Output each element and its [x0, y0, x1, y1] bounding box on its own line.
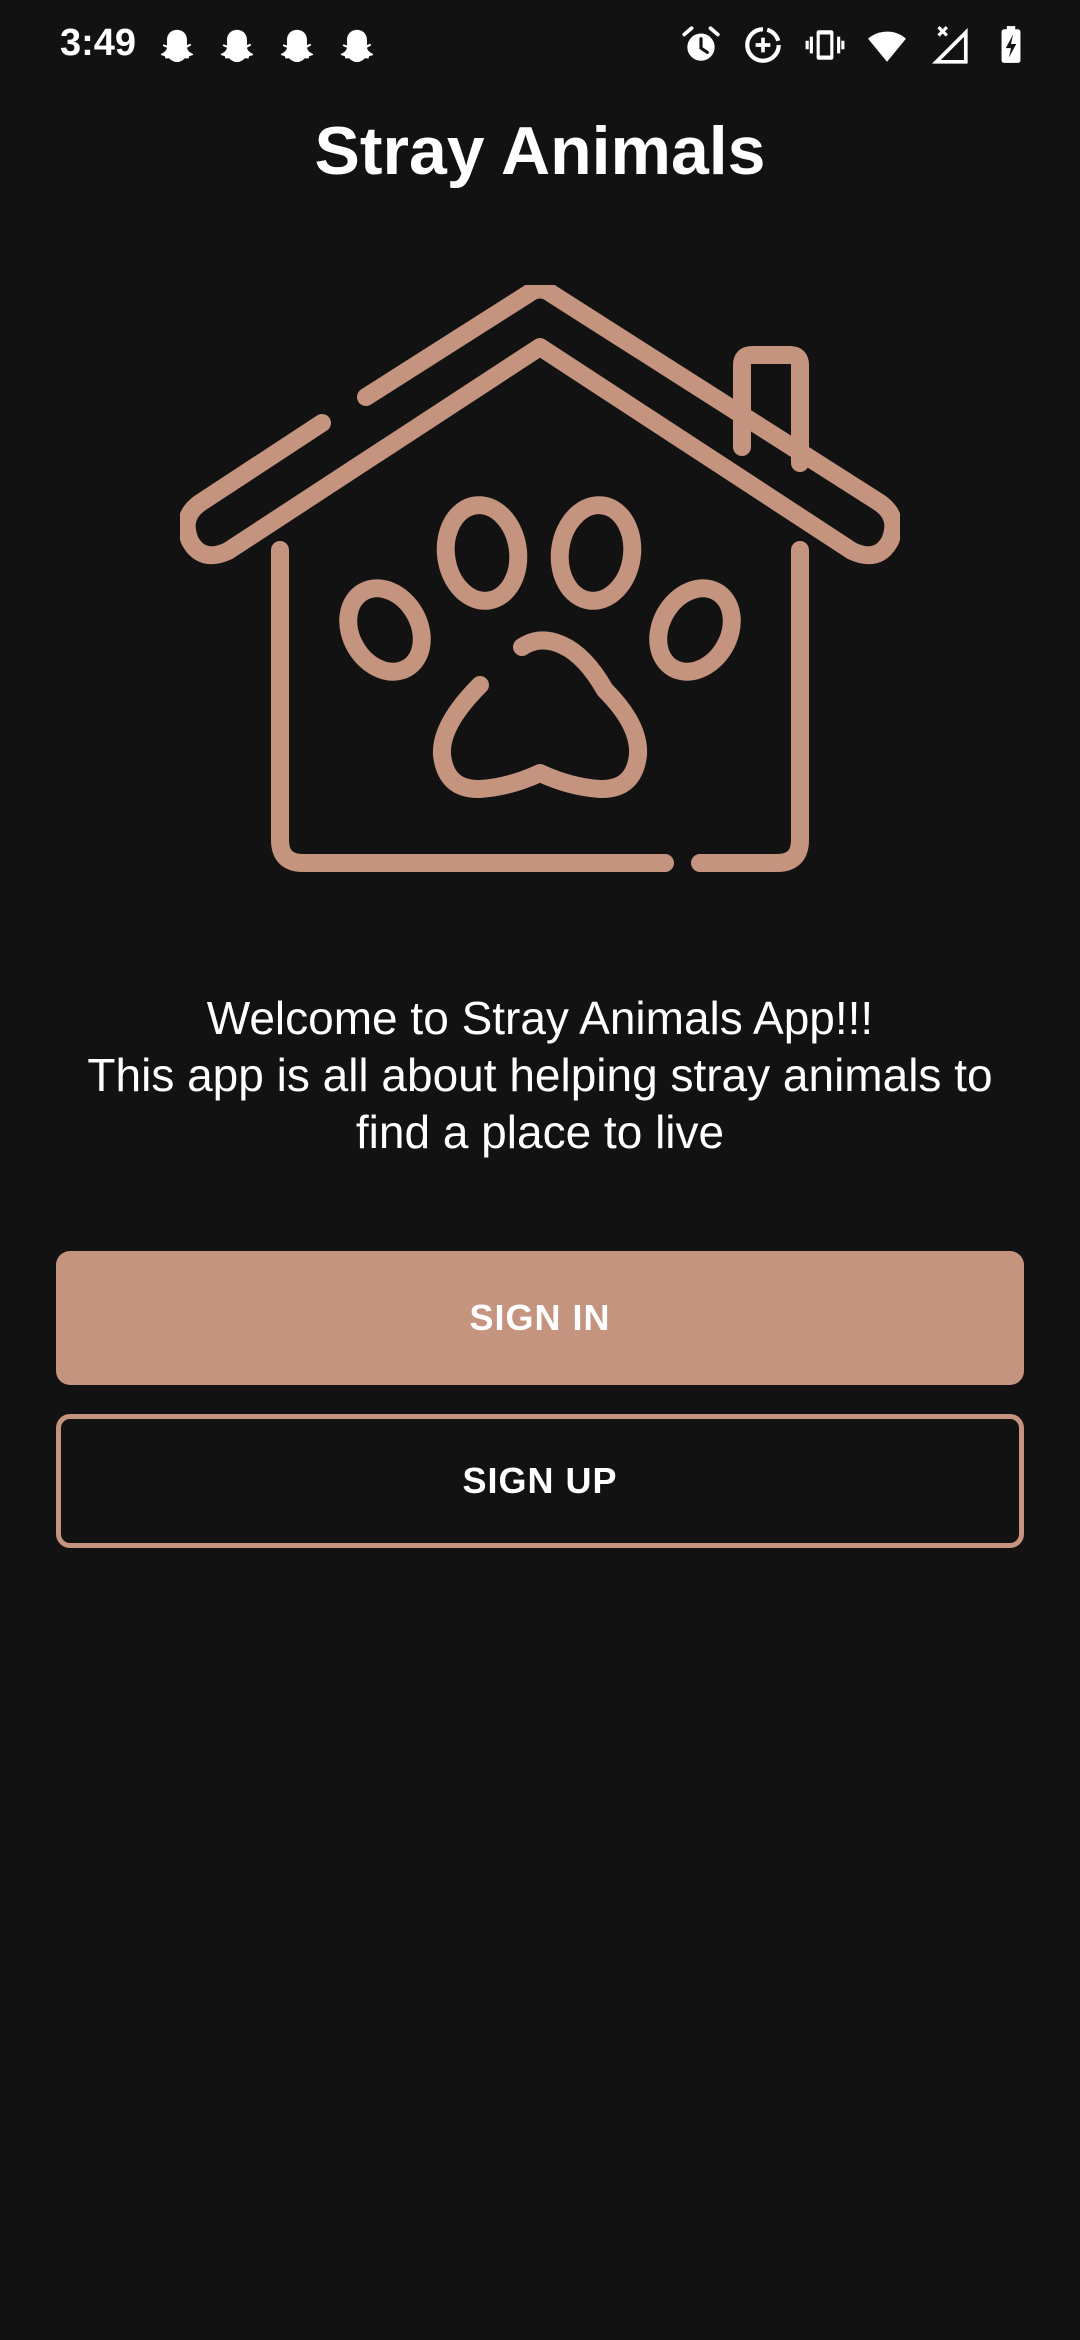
- snapchat-icon: [220, 29, 254, 63]
- data-saver-icon: [745, 27, 781, 63]
- system-icons: [680, 24, 1032, 66]
- house-paw-icon: [180, 285, 900, 872]
- snapchat-icon: [280, 29, 314, 63]
- alarm-icon: [682, 26, 720, 61]
- wifi-icon: [868, 31, 906, 62]
- notification-icons: [158, 26, 376, 66]
- status-bar: 3:49: [0, 0, 1080, 96]
- vibrate-icon: [805, 30, 845, 60]
- snapchat-icon: [340, 29, 374, 63]
- sign-in-label: SIGN IN: [469, 1297, 611, 1338]
- sign-up-label: SIGN UP: [462, 1460, 618, 1501]
- signal-no-service-icon: [931, 26, 968, 64]
- welcome-line-3: find a place to live: [355, 1106, 725, 1158]
- snapchat-icon: [160, 29, 194, 63]
- sign-up-button[interactable]: SIGN UP: [56, 1414, 1024, 1548]
- battery-charging-icon: [1001, 26, 1021, 63]
- page-title: Stray Animals: [314, 113, 766, 189]
- welcome-line-2: This app is all about helping stray anim…: [87, 1049, 993, 1101]
- welcome-message: Welcome to Stray Animals App!!! This app…: [40, 990, 1040, 1161]
- sign-in-button[interactable]: SIGN IN: [56, 1251, 1024, 1385]
- status-time: 3:49: [60, 22, 137, 64]
- welcome-line-1: Welcome to Stray Animals App!!!: [206, 992, 874, 1044]
